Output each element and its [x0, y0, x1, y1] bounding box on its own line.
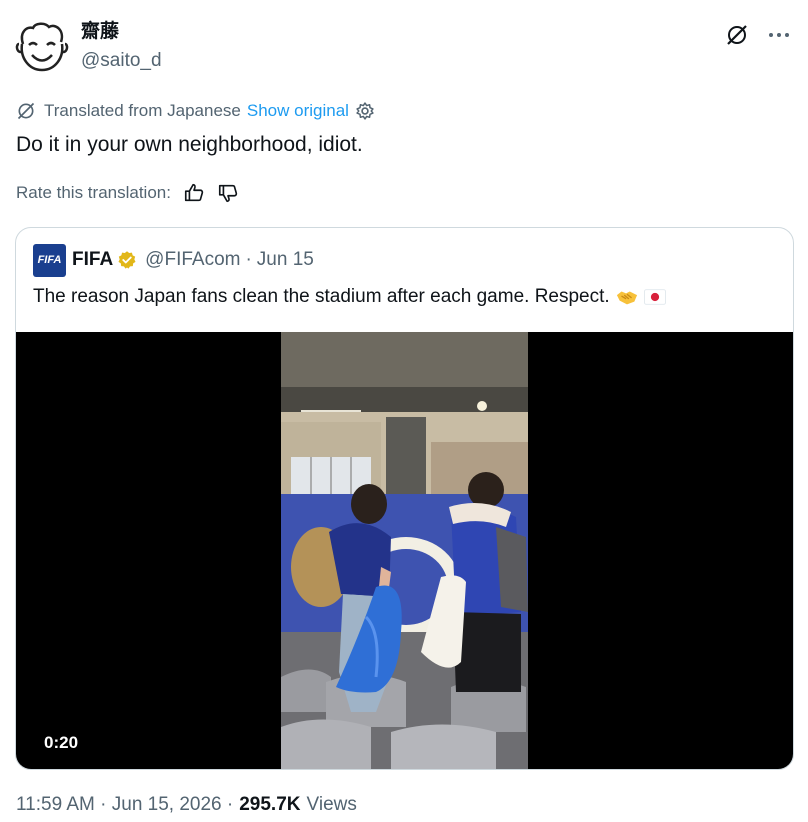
tweet-meta: 11:59 AM · Jun 15, 2026 · 295.7K Views — [16, 794, 357, 816]
translated-from-label: Translated from Japanese — [44, 101, 241, 120]
tweet-text: Do it in your own neighborhood, idiot. — [16, 133, 363, 156]
handshake-emoji — [616, 291, 637, 305]
video-duration: 0:20 — [44, 733, 79, 752]
avatar[interactable] — [15, 20, 69, 74]
translation-notice: Translated from Japanese Show original — [16, 99, 375, 123]
thumbs-up-icon[interactable] — [183, 182, 205, 204]
show-original-link[interactable]: Show original — [247, 101, 349, 121]
author-block: 齋藤 @saito_d — [81, 20, 162, 74]
author-name[interactable]: 齋藤 — [81, 20, 162, 44]
video-frame — [281, 332, 528, 769]
rate-translation: Rate this translation: — [16, 181, 239, 205]
quoted-tweet-header: FIFA FIFA @FIFAcom · Jun 15 — [33, 243, 314, 277]
gear-icon[interactable] — [355, 101, 375, 121]
tweet-actions-top — [724, 22, 792, 48]
fifa-logo[interactable]: FIFA — [33, 243, 66, 277]
quoted-text-body: The reason Japan fans clean the stadium … — [33, 286, 610, 307]
grok-translate-icon — [17, 102, 35, 120]
quoted-tweet-text: The reason Japan fans clean the stadium … — [33, 284, 666, 310]
quoted-date[interactable]: Jun 15 — [257, 249, 314, 271]
quoted-tweet[interactable]: FIFA FIFA @FIFAcom · Jun 15 The reason J… — [15, 227, 794, 770]
verified-badge-icon — [118, 251, 136, 269]
quoted-author-handle[interactable]: @FIFAcom — [145, 249, 240, 271]
tweet-timestamp[interactable]: 11:59 AM · Jun 15, 2026 · — [16, 794, 233, 816]
rate-label: Rate this translation: — [16, 183, 171, 202]
video-player[interactable]: 0:20 — [16, 332, 793, 769]
japan-flag-emoji — [643, 289, 666, 305]
video-thumbnail-image — [281, 332, 528, 769]
views-count: 295.7K — [239, 794, 301, 815]
author-handle[interactable]: @saito_d — [81, 48, 162, 74]
quoted-author-name[interactable]: FIFA — [72, 249, 113, 271]
views-label: Views — [306, 794, 357, 815]
more-options-icon[interactable] — [766, 22, 792, 48]
grok-icon[interactable] — [724, 22, 750, 48]
separator-dot: · — [245, 249, 252, 270]
thumbs-down-icon[interactable] — [217, 182, 239, 204]
avatar-face-icon — [15, 21, 69, 73]
